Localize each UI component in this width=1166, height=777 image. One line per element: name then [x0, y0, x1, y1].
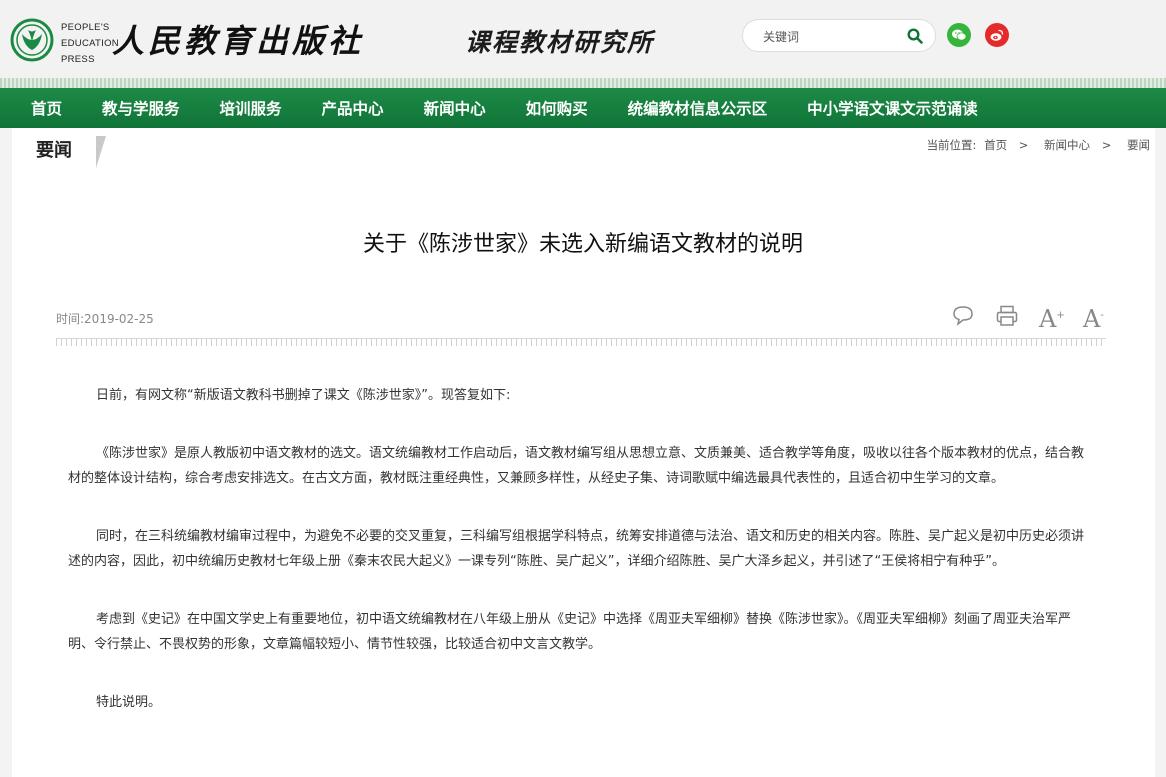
breadcrumb-news[interactable]: 新闻中心: [1044, 138, 1090, 152]
pep-logo-icon[interactable]: [10, 18, 54, 62]
breadcrumb-separator: >: [1018, 138, 1029, 152]
brand-name: 人民教育出版社: [112, 22, 365, 60]
logo-line-2: EDUCATION: [61, 38, 119, 49]
nav-stripe: [0, 78, 1166, 88]
article-title: 关于《陈涉世家》未选入新编语文教材的说明: [362, 232, 803, 257]
nav-textbook-info[interactable]: 统编教材信息公示区: [628, 97, 768, 119]
search-input[interactable]: [761, 27, 900, 47]
nav-how-to-buy[interactable]: 如何购买: [526, 97, 588, 119]
wechat-button[interactable]: [947, 23, 971, 47]
breadcrumb-prefix: 当前位置:: [926, 138, 977, 152]
logo-line-3: PRESS: [61, 54, 95, 65]
font-decrease-button[interactable]: A-: [1083, 303, 1109, 332]
brand-subtitle: 课程教材研究所: [465, 28, 655, 57]
article-paragraph: 同时，在三科统编教材编审过程中，为避免不必要的交叉重复，三科编写组根据学科特点，…: [68, 529, 1085, 569]
font-increase-label: A: [1039, 305, 1057, 333]
comment-icon[interactable]: [950, 303, 976, 329]
nav-training[interactable]: 培训服务: [220, 97, 282, 119]
search-box: [742, 19, 936, 52]
logo-text: PEOPLE'S EDUCATION PRESS: [61, 20, 119, 68]
divider-ruler: [56, 338, 1106, 346]
minus-sign: -: [1100, 310, 1104, 321]
plus-sign: +: [1056, 310, 1065, 321]
article-paragraph: 考虑到《史记》在中国文学史上有重要地位，初中语文统编教材在八年级上册从《史记》中…: [68, 612, 1072, 652]
article-paragraph: 《陈涉世家》是原人教版初中语文教材的选文。语文统编教材工作启动后，语文教材编写组…: [68, 446, 1085, 486]
logo-line-1: PEOPLE'S: [61, 22, 110, 33]
search-icon[interactable]: [907, 28, 923, 44]
article-body: 日前，有网文称“新版语文教科书删掉了课文《陈涉世家》”。现答复如下: 《陈涉世家…: [68, 383, 1092, 748]
article-paragraph: 特此说明。: [96, 695, 162, 710]
nav-teaching-service[interactable]: 教与学服务: [102, 97, 180, 119]
main-nav: 首页 教与学服务 培训服务 产品中心 新闻中心 如何购买 统编教材信息公示区 中…: [0, 88, 1166, 128]
publish-time: 时间:2019-02-25: [56, 312, 154, 326]
font-decrease-label: A: [1083, 305, 1101, 333]
breadcrumb-current[interactable]: 要闻: [1127, 138, 1150, 152]
nav-products[interactable]: 产品中心: [322, 97, 384, 119]
font-increase-button[interactable]: A+: [1039, 303, 1065, 332]
section-tab[interactable]: 要闻: [12, 136, 96, 168]
breadcrumb-home[interactable]: 首页: [984, 138, 1007, 152]
print-icon[interactable]: [994, 303, 1020, 329]
breadcrumb-separator: >: [1101, 138, 1112, 152]
article-paragraph: 日前，有网文称“新版语文教科书删掉了课文《陈涉世家》”。现答复如下:: [96, 388, 511, 403]
breadcrumb: 当前位置: 首页 > 新闻中心 > 要闻: [923, 137, 1150, 153]
nav-chinese-recitation[interactable]: 中小学语文课文示范诵读: [807, 97, 978, 119]
nav-home[interactable]: 首页: [31, 97, 62, 119]
nav-news[interactable]: 新闻中心: [424, 97, 486, 119]
tab-corner: [96, 136, 106, 168]
weibo-button[interactable]: [985, 23, 1009, 47]
site-header: PEOPLE'S EDUCATION PRESS 人民教育出版社 课程教材研究所: [0, 0, 1166, 78]
wechat-icon: [952, 29, 967, 41]
weibo-icon: [990, 29, 1004, 41]
